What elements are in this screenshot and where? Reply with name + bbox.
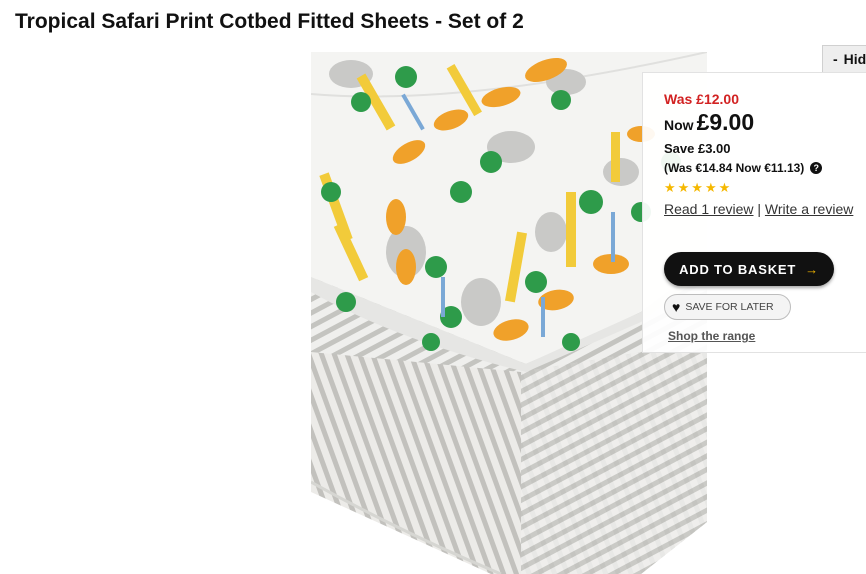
- help-icon[interactable]: ?: [810, 162, 823, 174]
- add-to-basket-label: ADD TO BASKET: [679, 261, 797, 277]
- euro-price: (Was €14.84 Now €11.13) ?: [664, 161, 823, 175]
- euro-price-text: (Was €14.84 Now €11.13): [664, 161, 805, 175]
- now-price-label: Now: [664, 117, 694, 133]
- shop-the-range-link[interactable]: Shop the range: [668, 329, 755, 343]
- was-price: Was £12.00: [664, 91, 739, 107]
- heart-icon: ♥: [672, 299, 681, 315]
- hide-toggle-label: Hide: [843, 51, 866, 67]
- rating-stars: ★★★★★: [664, 180, 733, 195]
- collapse-icon: -: [833, 51, 838, 67]
- arrow-right-icon: →: [805, 261, 819, 277]
- review-separator: |: [757, 201, 762, 217]
- add-to-basket-button[interactable]: ADD TO BASKET →: [664, 252, 834, 286]
- review-links: Read 1 review | Write a review: [664, 201, 853, 217]
- savings-text: Save £3.00: [664, 141, 731, 156]
- save-for-later-button[interactable]: ♥ SAVE FOR LATER: [664, 294, 791, 320]
- write-review-link[interactable]: Write a review: [765, 201, 853, 217]
- save-for-later-label: SAVE FOR LATER: [685, 301, 774, 313]
- now-price-amount: £9.00: [696, 109, 755, 135]
- read-reviews-link[interactable]: Read 1 review: [664, 201, 754, 217]
- purchase-panel: Was £12.00 Now £9.00 Save £3.00 (Was €14.…: [642, 72, 866, 353]
- now-price: Now £9.00: [664, 109, 754, 136]
- hide-panel-toggle[interactable]: - Hide: [822, 45, 866, 73]
- product-title: Tropical Safari Print Cotbed Fitted Shee…: [15, 10, 524, 33]
